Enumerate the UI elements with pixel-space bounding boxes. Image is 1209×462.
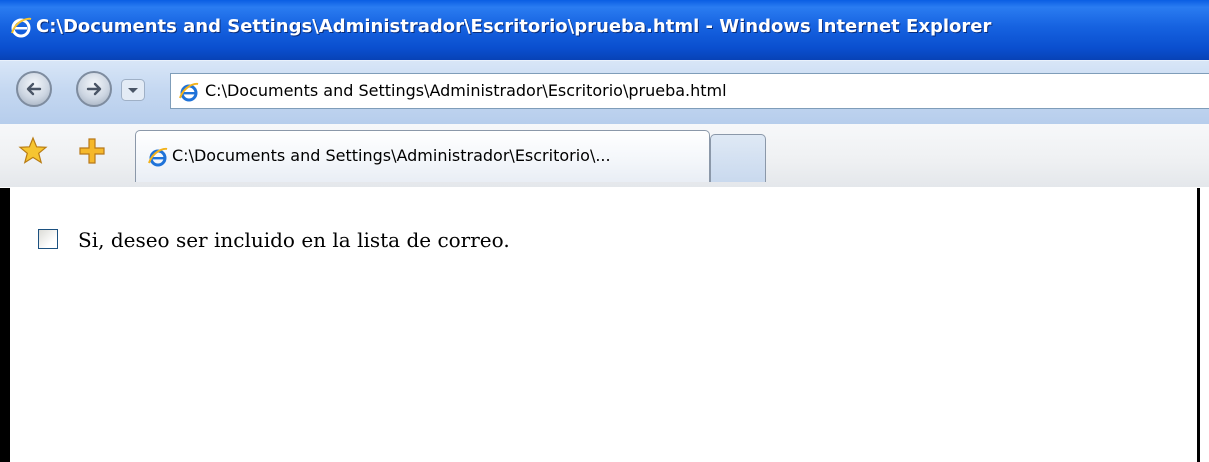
tab-bar: C:\Documents and Settings\Administrador\…	[0, 124, 1209, 312]
window-title: C:\Documents and Settings\Administrador\…	[36, 16, 992, 37]
forward-button[interactable]	[76, 71, 112, 107]
back-arrow-icon	[26, 82, 42, 96]
window-gap	[1200, 188, 1209, 462]
address-bar[interactable]: C:\Documents and Settings\Administrador\…	[170, 73, 1209, 109]
forward-arrow-icon	[86, 82, 102, 96]
mailing-list-checkbox[interactable]	[38, 229, 58, 249]
window-border-left	[0, 188, 10, 462]
new-tab-button[interactable]	[710, 134, 766, 182]
tab-label: C:\Documents and Settings\Administrador\…	[172, 146, 611, 165]
browser-window: C:\Documents and Settings\Administrador\…	[0, 0, 1209, 462]
plus-icon[interactable]	[77, 136, 107, 166]
ie-icon	[179, 82, 199, 102]
ie-icon	[148, 147, 168, 167]
address-text[interactable]: C:\Documents and Settings\Administrador\…	[205, 80, 727, 102]
navigation-bar: C:\Documents and Settings\Administrador\…	[0, 60, 1209, 125]
title-bar[interactable]: C:\Documents and Settings\Administrador\…	[0, 0, 1209, 60]
ie-icon	[11, 17, 32, 38]
chevron-down-icon[interactable]	[121, 79, 145, 101]
back-button[interactable]	[16, 71, 52, 107]
checkbox-label: Si, deseo ser incluido en la lista de co…	[78, 228, 510, 252]
star-icon[interactable]	[18, 136, 48, 166]
tab-active[interactable]: C:\Documents and Settings\Administrador\…	[135, 130, 710, 182]
